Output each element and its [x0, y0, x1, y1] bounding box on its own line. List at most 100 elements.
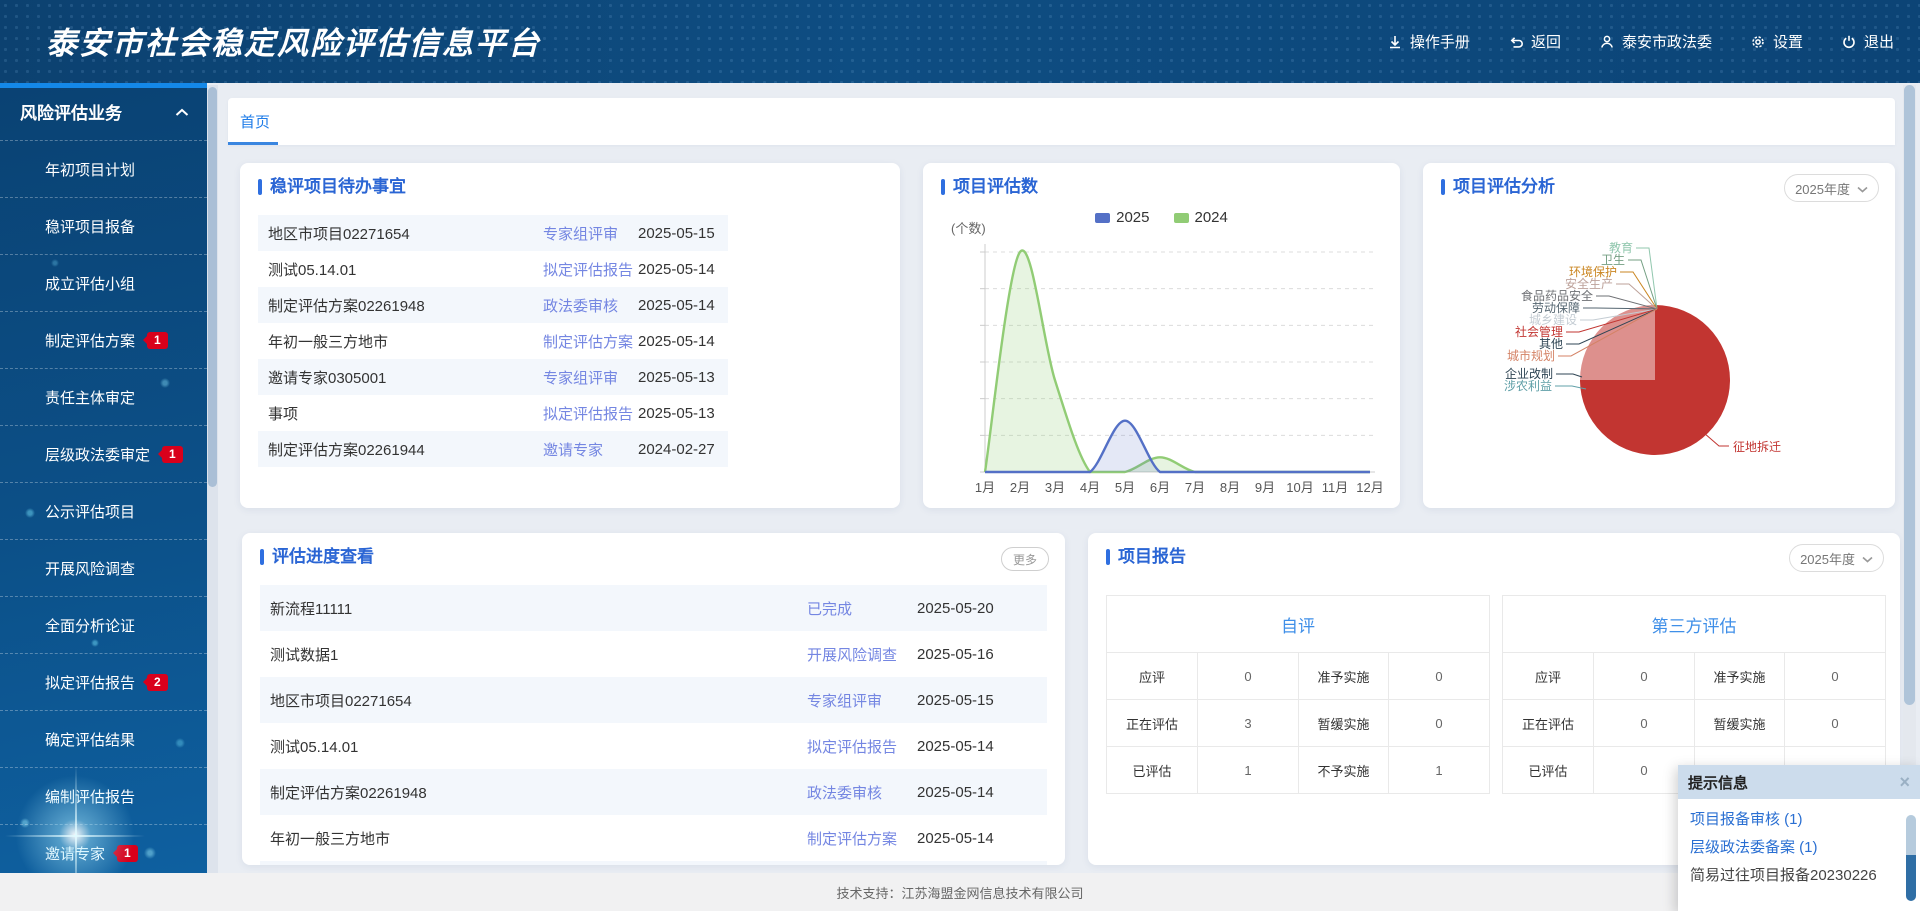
- settings-button[interactable]: 设置: [1750, 31, 1803, 52]
- chevron-up-icon: [175, 102, 189, 122]
- stage-link[interactable]: 拟定评估报告: [543, 403, 638, 424]
- toast-scrollbar[interactable]: [1906, 815, 1916, 901]
- sidebar-item-project-filing[interactable]: 稳评项目报备: [0, 197, 207, 254]
- sidebar-item-risk-survey[interactable]: 开展风险调查: [0, 539, 207, 596]
- sidebar-item-label: 开展风险调查: [45, 558, 135, 579]
- sidebar-item-annual-plan[interactable]: 年初项目计划: [0, 140, 207, 197]
- chevron-down-icon: [1862, 551, 1873, 566]
- tab-bar: 首页: [228, 98, 1895, 145]
- manual-button[interactable]: 操作手册: [1387, 31, 1470, 52]
- row-date: 2025-05-16: [917, 646, 997, 663]
- sidebar-item-draft-report[interactable]: 拟定评估报告2: [0, 653, 207, 710]
- sidebar-item-responsible-review[interactable]: 责任主体审定: [0, 368, 207, 425]
- row-date: 2025-05-20: [917, 600, 997, 617]
- pie-leader-line: [1556, 374, 1582, 377]
- gear-icon: [1750, 34, 1766, 50]
- sidebar-item-analysis[interactable]: 全面分析论证: [0, 596, 207, 653]
- stage-link[interactable]: 拟定评估报告: [543, 259, 638, 280]
- back-label: 返回: [1531, 31, 1561, 52]
- project-name: 制定评估方案02261944: [268, 439, 543, 460]
- year-select[interactable]: 2025年度: [1789, 544, 1884, 572]
- card-title: 稳评项目待办事宜: [258, 177, 406, 197]
- table-row: 新流程11111已完成2025-05-20: [260, 585, 1047, 631]
- toast-link-report-review[interactable]: 项目报备审核 (1): [1690, 806, 1908, 834]
- tab-home-label: 首页: [240, 111, 270, 132]
- row-date: 2025-05-13: [638, 405, 718, 422]
- app-root: 泰安市社会稳定风险评估信息平台 操作手册 返回 泰安市政法委 设置 退出: [0, 0, 1920, 911]
- stage-link[interactable]: 制定评估方案: [807, 828, 917, 849]
- pie-label: 征地拆迁: [1733, 439, 1781, 454]
- table-row: 年初一般三方地市制定评估方案2025-05-14: [260, 815, 1047, 861]
- sidebar-item-publicize[interactable]: 公示评估项目: [0, 482, 207, 539]
- sidebar-scrollbar[interactable]: [207, 85, 218, 873]
- table-row: 制定评估方案02261948政法委审核2025-05-14: [260, 769, 1047, 815]
- x-tick-label: 4月: [1080, 480, 1100, 495]
- close-icon[interactable]: ×: [1899, 773, 1910, 791]
- sidebar-item-compile-report[interactable]: 编制评估报告: [0, 767, 207, 824]
- x-tick-label: 10月: [1286, 480, 1313, 495]
- area-chart: 1月2月3月4月5月6月7月8月9月10月11月12月: [923, 163, 1400, 508]
- stage-link[interactable]: 专家组评审: [543, 223, 638, 244]
- sidebar-item-confirm-result[interactable]: 确定评估结果: [0, 710, 207, 767]
- page-title: 泰安市社会稳定风险评估信息平台: [46, 18, 541, 63]
- table-row: 邀请专家0305001专家组评审2025-05-13: [258, 359, 728, 395]
- toast-scrollbar-thumb[interactable]: [1906, 855, 1916, 901]
- x-tick-label: 1月: [975, 480, 995, 495]
- sidebar-group-label: 风险评估业务: [20, 99, 122, 124]
- logout-button[interactable]: 退出: [1841, 31, 1894, 52]
- x-tick-label: 2月: [1010, 480, 1030, 495]
- sidebar-item-committee-review[interactable]: 层级政法委审定1: [0, 425, 207, 482]
- stat-value: 0: [1784, 699, 1885, 746]
- table-row: 事项拟定评估报告2025-05-13: [258, 395, 728, 431]
- notification-toast: 提示信息 × 项目报备审核 (1) 层级政法委备案 (1) 简易过往项目报备20…: [1678, 765, 1920, 911]
- sidebar-item-make-plan[interactable]: 制定评估方案1: [0, 311, 207, 368]
- sidebar-scrollbar-thumb[interactable]: [208, 87, 217, 487]
- sidebar-item-label: 层级政法委审定: [45, 444, 150, 465]
- x-tick-label: 7月: [1185, 480, 1205, 495]
- sidebar-item-label: 确定评估结果: [45, 729, 135, 750]
- stage-link[interactable]: 专家组评审: [807, 690, 917, 711]
- stat-label: 暂缓实施: [1694, 699, 1784, 746]
- stage-link[interactable]: 制定评估方案: [543, 331, 638, 352]
- stage-link[interactable]: 开展风险调查: [807, 644, 917, 665]
- sidebar-item-invite-experts[interactable]: 邀请专家1: [0, 824, 207, 873]
- sidebar-item-form-team[interactable]: 成立评估小组: [0, 254, 207, 311]
- card-eval-analysis: 项目评估分析 2025年度 教育卫生环境保护安全生产食品药品安全劳动保障城乡建设…: [1423, 163, 1895, 508]
- self-eval-table: 自评 应评0准予实施0 正在评估3暂缓实施0 已评估1不予实施1: [1106, 595, 1490, 794]
- footer: 技术支持：江苏海盟金网信息技术有限公司: [0, 873, 1920, 911]
- pie-label: 涉农利益: [1504, 379, 1552, 393]
- stat-value: 0: [1388, 699, 1489, 746]
- table-row: 测试05.14.01拟定评估报告2025-05-14: [260, 723, 1047, 769]
- sidebar-menu: 年初项目计划 稳评项目报备 成立评估小组 制定评估方案1 责任主体审定 层级政法…: [0, 140, 207, 873]
- x-tick-label: 6月: [1150, 480, 1170, 495]
- stat-value: 0: [1784, 652, 1885, 699]
- card-pending-matters: 稳评项目待办事宜 地区市项目02271654专家组评审2025-05-15 测试…: [240, 163, 900, 508]
- stage-link[interactable]: 拟定评估报告: [807, 736, 917, 757]
- tab-home[interactable]: 首页: [240, 98, 270, 145]
- stage-link[interactable]: 专家组评审: [543, 367, 638, 388]
- stage-link[interactable]: 邀请专家: [543, 439, 638, 460]
- table-row: 测试05.14.01拟定评估报告2025-05-14: [258, 251, 728, 287]
- more-button[interactable]: 更多: [1001, 547, 1049, 571]
- x-tick-label: 12月: [1356, 480, 1383, 495]
- row-date: 2025-05-13: [638, 369, 718, 386]
- project-name: 制定评估方案02261948: [268, 295, 543, 316]
- page-scrollbar[interactable]: [1903, 85, 1916, 873]
- table-header: 自评: [1107, 596, 1489, 652]
- x-tick-label: 5月: [1115, 480, 1135, 495]
- stage-link[interactable]: 已完成: [807, 598, 917, 619]
- current-user[interactable]: 泰安市政法委: [1599, 31, 1712, 52]
- back-button[interactable]: 返回: [1508, 31, 1561, 52]
- row-date: 2025-05-14: [638, 333, 718, 350]
- stage-link[interactable]: 政法委审核: [543, 295, 638, 316]
- toast-link-committee-filing[interactable]: 层级政法委备案 (1): [1690, 834, 1908, 862]
- card-title: 项目报告: [1106, 547, 1186, 567]
- toast-header: 提示信息 ×: [1678, 765, 1920, 799]
- stage-link[interactable]: 政法委审核: [807, 782, 917, 803]
- card-progress-view: 评估进度查看 更多 新流程11111已完成2025-05-20 测试数据1开展风…: [242, 533, 1065, 865]
- sidebar-group-risk-assessment[interactable]: 风险评估业务: [0, 83, 207, 140]
- toast-text-item: 简易过往项目报备20230226: [1690, 862, 1908, 890]
- notification-badge: 1: [117, 845, 138, 862]
- page-scrollbar-thumb[interactable]: [1904, 85, 1915, 705]
- sidebar-item-label: 拟定评估报告: [45, 672, 135, 693]
